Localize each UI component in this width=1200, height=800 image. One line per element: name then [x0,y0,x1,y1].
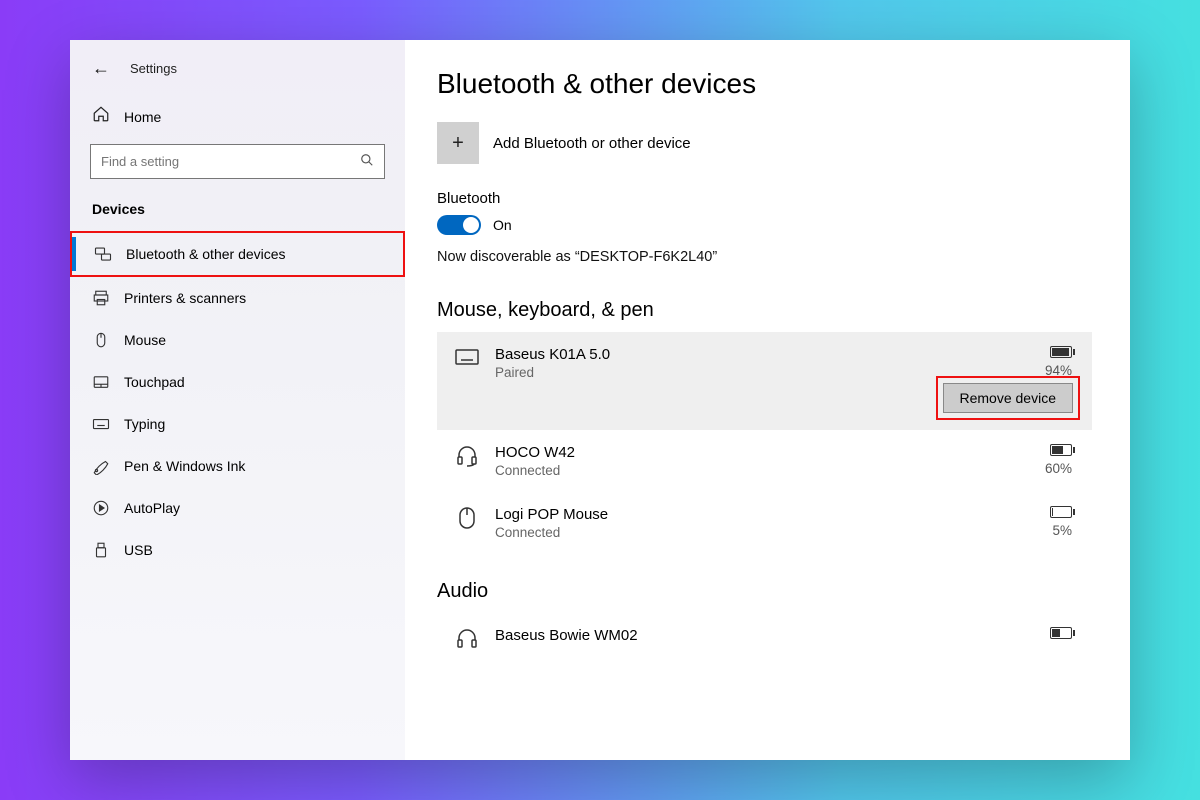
nav-item-label: Touchpad [124,374,185,390]
mouse-icon [92,331,110,349]
battery-icon [1050,346,1072,358]
sidebar: ← Settings Home Devices Bluetoo [70,40,405,760]
nav-item-typing[interactable]: Typing [70,403,405,445]
device-status: Connected [495,525,1034,540]
device-battery: 5% [1050,506,1072,538]
search-container [70,144,405,197]
nav-item-usb[interactable]: USB [70,529,405,571]
plus-icon: + [437,122,479,164]
device-row[interactable]: Logi POP Mouse Connected 5% [437,492,1092,554]
search-input-wrap[interactable] [90,144,385,179]
device-name: Baseus K01A 5.0 [495,346,1029,363]
battery-percent: 60% [1045,461,1072,476]
device-list-mkp: Baseus K01A 5.0 Paired 94% Remove device… [437,332,1092,554]
remove-device-highlight: Remove device [936,376,1081,420]
battery-icon [1050,444,1072,456]
device-row[interactable]: Baseus K01A 5.0 Paired 94% Remove device [437,332,1092,430]
battery-icon [1050,506,1072,518]
battery-icon [1050,627,1072,639]
usb-icon [92,541,110,559]
device-name: Baseus Bowie WM02 [495,627,1034,644]
settings-window: ← Settings Home Devices Bluetoo [70,40,1130,760]
nav-list: Bluetooth & other devices Printers & sca… [70,231,405,571]
earbuds-icon [455,627,479,651]
pen-icon [92,457,110,475]
home-icon [92,105,110,128]
main-content: Bluetooth & other devices + Add Bluetoot… [405,40,1130,760]
nav-item-label: Bluetooth & other devices [126,246,286,262]
search-input[interactable] [101,154,360,169]
battery-percent: 5% [1052,523,1072,538]
nav-home-label: Home [124,109,161,125]
nav-item-label: Mouse [124,332,166,348]
device-battery: 94% [1045,346,1072,378]
device-name: HOCO W42 [495,444,1029,461]
keyboard-icon [92,415,110,433]
touchpad-icon [92,373,110,391]
group-title-audio: Audio [437,580,1092,603]
device-status: Connected [495,463,1029,478]
device-battery [1050,627,1072,644]
bluetooth-toggle-state: On [493,217,512,233]
nav-item-mouse[interactable]: Mouse [70,319,405,361]
device-name: Logi POP Mouse [495,506,1034,523]
add-device-label: Add Bluetooth or other device [493,135,691,152]
mouse-icon [455,506,479,530]
nav-item-label: Typing [124,416,165,432]
app-title: Settings [130,61,177,76]
search-icon [360,153,374,170]
device-list-audio: Baseus Bowie WM02 [437,613,1092,665]
nav-item-pen[interactable]: Pen & Windows Ink [70,445,405,487]
page-title: Bluetooth & other devices [437,68,1092,100]
add-device-button[interactable]: + Add Bluetooth or other device [437,122,1092,164]
sidebar-header: ← Settings [70,52,405,97]
remove-device-button[interactable]: Remove device [943,383,1074,413]
nav-item-touchpad[interactable]: Touchpad [70,361,405,403]
device-battery: 60% [1045,444,1072,476]
bluetooth-devices-icon [94,245,112,263]
bluetooth-label: Bluetooth [437,190,1092,207]
back-icon[interactable]: ← [92,58,110,79]
section-label: Devices [70,197,405,231]
bluetooth-toggle-row: On [437,215,1092,235]
headset-icon [455,444,479,468]
nav-item-printers[interactable]: Printers & scanners [70,277,405,319]
nav-item-label: AutoPlay [124,500,180,516]
bluetooth-toggle[interactable] [437,215,481,235]
nav-item-label: USB [124,542,153,558]
nav-home[interactable]: Home [70,97,405,144]
nav-item-bluetooth[interactable]: Bluetooth & other devices [70,231,405,277]
nav-item-autoplay[interactable]: AutoPlay [70,487,405,529]
device-row[interactable]: Baseus Bowie WM02 [437,613,1092,665]
keyboard-icon [455,346,479,370]
nav-item-label: Printers & scanners [124,290,246,306]
device-row[interactable]: HOCO W42 Connected 60% [437,430,1092,492]
nav-item-label: Pen & Windows Ink [124,458,245,474]
autoplay-icon [92,499,110,517]
discoverable-text: Now discoverable as “DESKTOP-F6K2L40” [437,249,1092,265]
group-title-mkp: Mouse, keyboard, & pen [437,299,1092,322]
printer-icon [92,289,110,307]
